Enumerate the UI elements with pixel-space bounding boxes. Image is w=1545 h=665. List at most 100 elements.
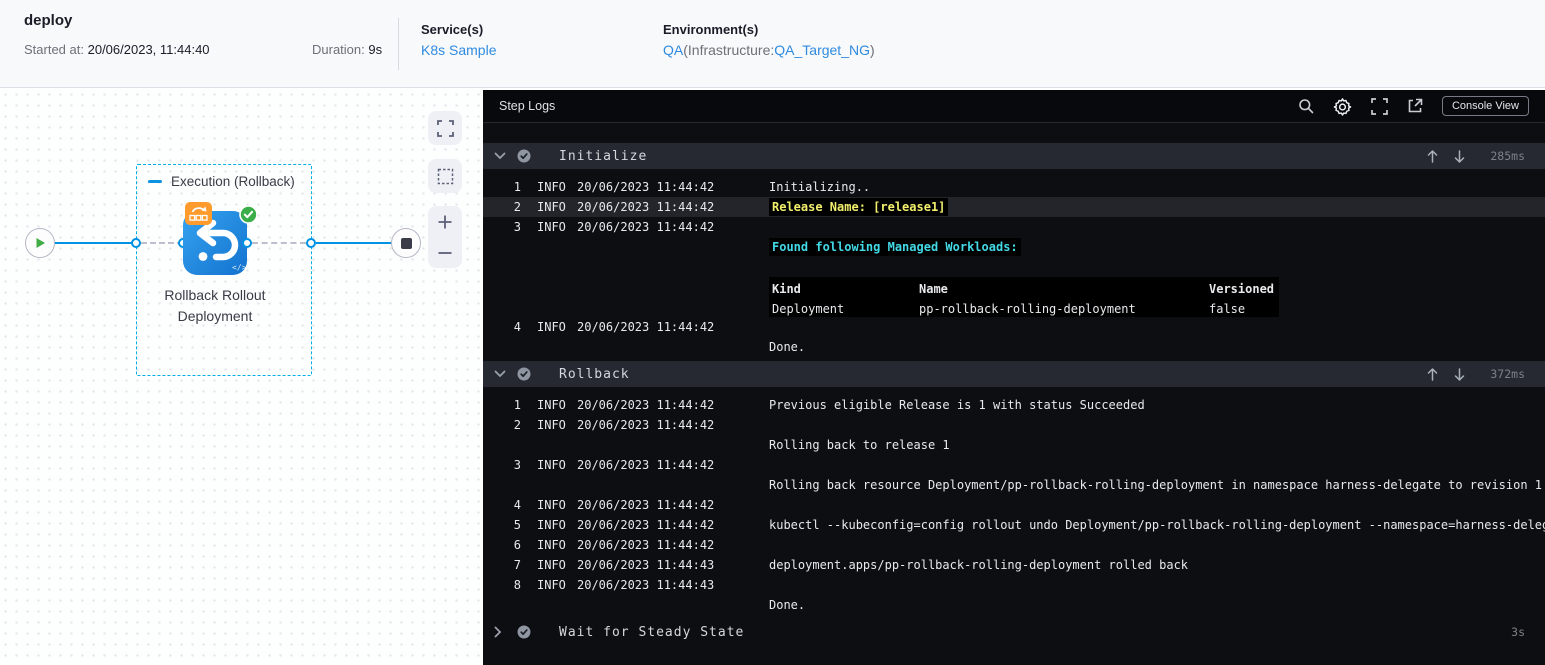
log-fullscreen-button[interactable] (1371, 97, 1388, 115)
log-timestamp: 20/06/2023 11:44:43 (577, 578, 715, 592)
execution-header: deploy Started at: 20/06/2023, 11:44:40 … (0, 0, 1545, 88)
open-in-new-icon (1408, 98, 1423, 113)
environment-link[interactable]: QA (663, 42, 683, 58)
collapse-dash-icon[interactable] (148, 180, 162, 183)
start-node[interactable] (25, 228, 55, 258)
log-level: INFO (537, 220, 566, 234)
dashed-connector (252, 242, 306, 244)
success-check-icon (239, 205, 258, 224)
open-in-new-button[interactable] (1407, 98, 1423, 114)
zoom-in-button[interactable] (428, 206, 462, 237)
zoom-controls (428, 206, 462, 268)
log-timestamp: 20/06/2023 11:44:42 (577, 398, 715, 412)
log-line: Done. (483, 595, 1545, 615)
service-link[interactable]: K8s Sample (421, 42, 496, 58)
log-level: INFO (537, 538, 566, 552)
infrastructure-link[interactable]: QA_Target_NG (774, 42, 870, 58)
log-topbar: Step Logs Console View (483, 90, 1545, 123)
log-section-rows: 1 INFO 20/06/2023 11:44:42 Initializing.. 2 I… (483, 169, 1545, 361)
console-view-button[interactable]: Console View (1441, 96, 1529, 116)
log-line: 3 INFO 20/06/2023 11:44:42 (483, 217, 1545, 237)
stop-icon (400, 237, 412, 249)
log-line: 2 INFO 20/06/2023 11:44:42 (483, 415, 1545, 435)
log-timestamp: 20/06/2023 11:44:42 (577, 498, 715, 512)
end-node[interactable] (391, 228, 421, 258)
log-timestamp: 20/06/2023 11:44:42 (577, 418, 715, 432)
services-label: Service(s) (421, 22, 484, 37)
log-message: Done. (769, 340, 806, 354)
log-timestamp: 20/06/2023 11:44:42 (577, 180, 715, 194)
log-timestamp: 20/06/2023 11:44:42 (577, 538, 715, 552)
log-section-header-initialize[interactable]: Initialize 285ms (483, 143, 1545, 169)
log-table-cell: false (1209, 297, 1279, 317)
execution-group-label: Execution (Rollback) (148, 174, 295, 189)
log-section-header-wait-for-steady-state[interactable]: Wait for Steady State 3s (483, 619, 1545, 645)
section-duration: 372ms (1490, 367, 1525, 381)
fullscreen-icon (436, 119, 454, 137)
log-section-controls: 3s (1481, 625, 1545, 639)
fit-to-screen-button[interactable] (428, 111, 462, 145)
play-icon (36, 238, 45, 248)
log-table-cell: pp-rollback-rolling-deployment (919, 297, 1209, 317)
log-level: INFO (537, 458, 566, 472)
log-line: 5 INFO 20/06/2023 11:44:42 kubectl --kubeco… (483, 515, 1545, 535)
port-dot (131, 238, 141, 248)
log-section: Rollback 372ms 1 INFO 20/06/2023 11:44:42 Pre… (483, 361, 1545, 619)
log-timestamp: 20/06/2023 11:44:42 (577, 220, 715, 234)
log-table-cell: Name (919, 277, 1209, 297)
log-line-number: 1 (513, 180, 521, 194)
log-timestamp: 20/06/2023 11:44:42 (577, 200, 715, 214)
log-line-number: 7 (513, 558, 521, 572)
header-divider (398, 18, 399, 70)
scroll-to-top-button[interactable] (1427, 149, 1438, 163)
log-level: INFO (537, 320, 566, 334)
scroll-to-bottom-button[interactable] (1454, 149, 1465, 163)
log-line-number: 4 (513, 498, 521, 512)
log-level: INFO (537, 180, 566, 194)
expand-icon (1371, 97, 1388, 115)
started-at-value: 20/06/2023, 11:44:40 (87, 42, 210, 57)
log-timestamp: 20/06/2023 11:44:42 (577, 518, 715, 532)
step-label: Rollback Rollout Deployment (164, 287, 266, 324)
log-message: Initializing.. (769, 180, 871, 194)
step-success-icon (517, 625, 531, 639)
log-section: Wait for Steady State 3s (483, 619, 1545, 645)
log-level: INFO (537, 398, 566, 412)
section-duration: 3s (1511, 625, 1525, 639)
log-section-header-rollback[interactable]: Rollback 372ms (483, 361, 1545, 387)
log-line: Kind Name Versioned (483, 277, 1545, 297)
gear-icon (1333, 97, 1352, 116)
search-icon (1299, 99, 1314, 114)
log-table-cell: Deployment (769, 297, 919, 317)
plus-icon (438, 215, 452, 228)
chevron-down-icon[interactable] (494, 370, 506, 378)
log-line-number: 2 (513, 418, 521, 432)
pipeline-canvas[interactable]: Execution (Rollback) </> Rollback Rollou… (0, 89, 482, 665)
log-line: 7 INFO 20/06/2023 11:44:43 deployment.apps/… (483, 555, 1545, 575)
log-settings-button[interactable] (1333, 97, 1352, 116)
log-section: Initialize 285ms 1 INFO 20/06/2023 11:44:42 I… (483, 143, 1545, 361)
environments-label: Environment(s) (663, 22, 759, 37)
log-line: 8 INFO 20/06/2023 11:44:43 (483, 575, 1545, 595)
log-search-button[interactable] (1298, 98, 1314, 114)
scroll-to-bottom-button[interactable] (1454, 367, 1465, 381)
dashed-connector (141, 242, 183, 244)
log-line: Done. (483, 337, 1545, 357)
marquee-select-button[interactable] (428, 159, 462, 193)
log-line-number: 1 (513, 398, 521, 412)
chevron-right-icon[interactable] (494, 626, 506, 638)
log-section-rows: 1 INFO 20/06/2023 11:44:42 Previous eligibl… (483, 387, 1545, 619)
log-message: Release Name: [release1] (769, 198, 949, 216)
log-line-number: 3 (513, 458, 521, 472)
log-line-number: 3 (513, 220, 521, 234)
started-at: Started at: 20/06/2023, 11:44:40 (24, 42, 210, 57)
zoom-out-button[interactable] (428, 237, 462, 268)
step-success-icon (517, 367, 531, 381)
log-message: kubectl --kubeconfig=config rollout undo… (769, 518, 1545, 532)
port-dot (242, 238, 252, 248)
log-line: 4 INFO 20/06/2023 11:44:42 (483, 317, 1545, 337)
chevron-down-icon[interactable] (494, 152, 506, 160)
log-panel-title: Step Logs (499, 99, 556, 113)
svg-text:</>: </> (232, 263, 247, 272)
scroll-to-top-button[interactable] (1427, 367, 1438, 381)
